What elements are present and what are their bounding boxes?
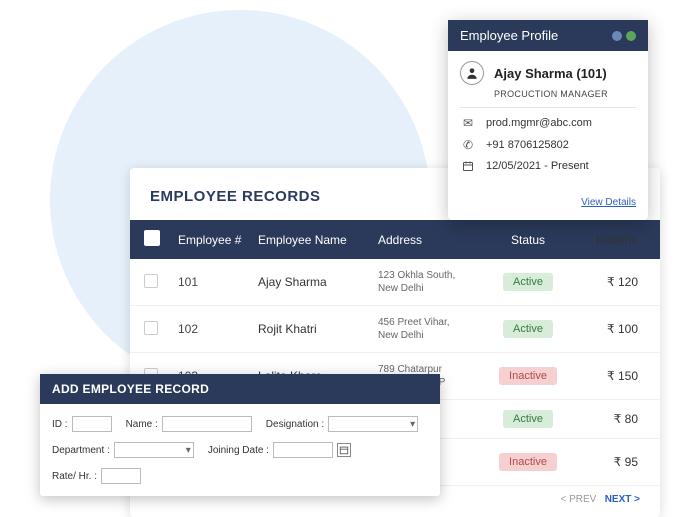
table-row[interactable]: 102 Rojit Khatri 456 Preet Vihar,New Del… [130, 306, 660, 353]
designation-select[interactable]: ▾ [328, 416, 418, 432]
rate-label: Rate/ Hr. : [52, 471, 97, 482]
status-badge: Active [503, 273, 553, 291]
col-employee-name: Employee Name [258, 233, 378, 247]
view-details-link[interactable]: View Details [581, 197, 636, 208]
status-badge: Inactive [499, 453, 557, 471]
profile-header: Employee Profile [448, 20, 648, 51]
status-badge: Active [503, 410, 553, 428]
cell-addr: 456 Preet Vihar,New Delhi [378, 316, 488, 342]
profile-email: prod.mgmr@abc.com [486, 117, 592, 129]
table-header: Employee # Employee Name Address Status … [130, 220, 660, 259]
col-rate: Rate/hr. [568, 233, 638, 247]
info-icon[interactable] [612, 31, 622, 41]
cell-rate: ₹ 80 [568, 412, 638, 426]
col-employee-num: Employee # [178, 233, 258, 247]
table-row[interactable]: 101 Ajay Sharma 123 Okhla South,New Delh… [130, 259, 660, 306]
name-input[interactable] [162, 416, 252, 432]
cell-name: Rojit Khatri [258, 322, 378, 336]
profile-name: Ajay Sharma (101) [494, 66, 607, 81]
status-badge: Inactive [499, 367, 557, 385]
rate-input[interactable] [101, 468, 141, 484]
next-link[interactable]: NEXT > [605, 494, 640, 505]
prev-link[interactable]: < PREV [561, 494, 597, 505]
phone-icon: ✆ [460, 138, 476, 152]
avatar-icon [460, 61, 484, 85]
records-title: EMPLOYEE RECORDS [150, 188, 321, 205]
row-checkbox[interactable] [144, 321, 158, 335]
id-input[interactable] [72, 416, 112, 432]
cell-rate: ₹ 95 [568, 455, 638, 469]
cell-rate: ₹ 150 [568, 369, 638, 383]
row-checkbox[interactable] [144, 274, 158, 288]
add-employee-form: ADD EMPLOYEE RECORD ID : Name : Designat… [40, 374, 440, 496]
divider [460, 107, 636, 108]
status-icon[interactable] [626, 31, 636, 41]
col-address: Address [378, 233, 488, 247]
id-label: ID : [52, 419, 68, 430]
email-icon: ✉ [460, 116, 476, 130]
department-select[interactable]: ▾ [114, 442, 194, 458]
calendar-picker-icon[interactable] [337, 443, 351, 457]
col-status: Status [488, 233, 568, 247]
cell-rate: ₹ 120 [568, 275, 638, 289]
add-form-title: ADD EMPLOYEE RECORD [40, 374, 440, 404]
cell-num: 102 [178, 322, 258, 336]
name-label: Name : [126, 419, 158, 430]
status-badge: Active [503, 320, 553, 338]
cell-rate: ₹ 100 [568, 322, 638, 336]
cell-name: Ajay Sharma [258, 275, 378, 289]
cell-addr: 123 Okhla South,New Delhi [378, 269, 488, 295]
designation-label: Designation : [266, 419, 324, 430]
profile-role: PROCUCTION MANAGER [494, 89, 636, 99]
profile-phone: +91 8706125802 [486, 139, 569, 151]
calendar-icon [460, 160, 476, 172]
department-label: Department : [52, 445, 110, 456]
employee-profile-card: Employee Profile Ajay Sharma (101) PROCU… [448, 20, 648, 220]
select-all-checkbox[interactable] [144, 230, 160, 246]
joining-label: Joining Date : [208, 445, 269, 456]
profile-title: Employee Profile [460, 28, 558, 43]
cell-num: 101 [178, 275, 258, 289]
profile-dates: 12/05/2021 - Present [486, 160, 589, 172]
joining-input[interactable] [273, 442, 333, 458]
